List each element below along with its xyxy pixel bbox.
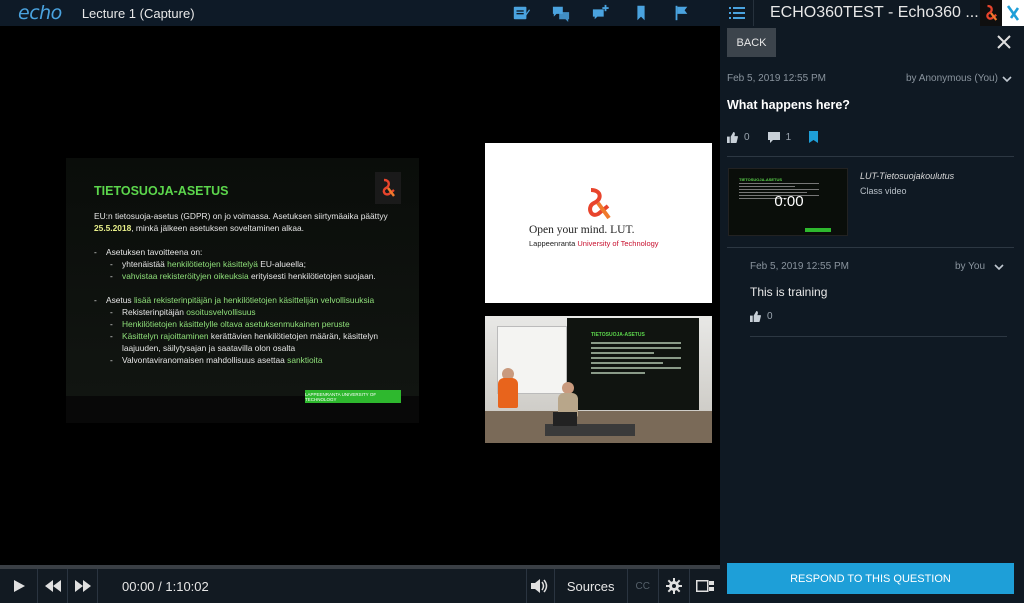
desk-monitor xyxy=(553,412,577,426)
flag-icon[interactable] xyxy=(670,3,692,23)
side-panel: ECHO360TEST - Echo360 ... BACK Feb 5, 20… xyxy=(720,0,1024,603)
lut-subtitle: Lappeenranta University of Technology xyxy=(529,239,659,248)
goal-1: yhtenäistää henkilötietojen käsittelyä E… xyxy=(94,258,394,270)
slide-content: TIETOSUOJA-ASETUS EU:n tietosuoja-asetus… xyxy=(66,158,419,396)
reply-author: by You xyxy=(955,261,986,272)
divider xyxy=(727,247,1014,248)
bookmark-icon[interactable] xyxy=(630,3,652,23)
slide-title: TIETOSUOJA-ASETUS xyxy=(94,184,229,198)
slide-footer: LAPPEENRANTA UNIVERSITY OF TECHNOLOGY xyxy=(305,390,401,403)
projection-screen: TIETOSUOJA-ASETUS xyxy=(567,318,699,410)
gear-icon xyxy=(666,578,682,594)
settings-button[interactable] xyxy=(658,569,689,603)
slide-text: EU:n tietosuoja-asetus (GDPR) on jo voim… xyxy=(94,210,394,366)
layout-icon xyxy=(696,580,714,592)
thumbnail-footer-bar xyxy=(805,228,831,232)
back-button[interactable]: BACK xyxy=(727,28,776,57)
item-2: Henkilötietojen käsittelylle oltava aset… xyxy=(94,318,394,330)
slide-intro: EU:n tietosuoja-asetus (GDPR) on jo voim… xyxy=(94,211,388,233)
video-title[interactable]: LUT-Tietosuojakoulutus xyxy=(860,171,954,181)
question-replies: 1 xyxy=(785,131,792,143)
respond-button[interactable]: RESPOND TO THIS QUESTION xyxy=(727,563,1014,594)
rewind-icon xyxy=(44,580,61,592)
lut-logo-icon xyxy=(584,188,612,225)
question-likes: 0 xyxy=(744,131,750,143)
fast-forward-icon xyxy=(74,580,91,592)
volume-icon xyxy=(531,579,548,593)
play-icon xyxy=(13,580,25,592)
top-bar: echo Lecture 1 (Capture) xyxy=(0,0,720,26)
item-3: Käsittelyn rajoittaminen kerättävien hen… xyxy=(94,330,394,354)
question-text: What happens here? xyxy=(727,98,850,112)
cc-button[interactable]: CC xyxy=(626,569,658,603)
lut-slogan: Open your mind. LUT. xyxy=(529,224,635,236)
goal-2: vahvistaa rekisteröityjen oikeuksia erit… xyxy=(94,270,394,282)
thumbnail-time: 0:00 xyxy=(774,193,804,210)
top-tools xyxy=(510,3,692,23)
menu-list-icon[interactable] xyxy=(720,0,754,26)
reply-likes: 0 xyxy=(767,311,773,322)
player-controls-right: Sources CC xyxy=(525,569,720,603)
echo-logo[interactable]: echo xyxy=(18,2,62,24)
fast-forward-button[interactable] xyxy=(68,569,98,603)
thumbs-up-icon[interactable] xyxy=(750,311,761,322)
question-date: Feb 5, 2019 12:55 PM xyxy=(727,73,826,84)
item-1: Rekisterinpitäjän osoitusvelvollisuus xyxy=(94,306,394,318)
institution-logo-icon xyxy=(1002,0,1024,26)
lut-logo-icon xyxy=(980,0,1002,26)
lecture-title: Lecture 1 (Capture) xyxy=(81,5,195,21)
notes-icon[interactable] xyxy=(510,3,532,23)
divider xyxy=(750,336,1007,337)
reply-text: This is training xyxy=(750,285,828,299)
comment-icon[interactable] xyxy=(767,131,780,143)
cc-label: CC xyxy=(635,580,650,592)
discussion-icon[interactable] xyxy=(550,3,572,23)
asetus-heading: Asetus lisää rekisterinpitäjän ja henkil… xyxy=(94,294,394,306)
sources-button[interactable]: Sources xyxy=(553,569,627,603)
playback-time: 00:00 / 1:10:02 xyxy=(122,578,209,594)
player-controls: 00:00 / 1:10:02 Sources CC xyxy=(0,569,720,603)
video-type: Class video xyxy=(860,186,907,196)
presenter-1 xyxy=(498,378,518,408)
course-title: ECHO360TEST - Echo360 ... xyxy=(770,4,979,21)
question-stats: 0 1 xyxy=(727,131,819,143)
camera-stream-1[interactable]: Open your mind. LUT. Lappeenranta Univer… xyxy=(485,143,712,303)
video-thumbnail[interactable]: TIETOSUOJA-ASETUS 0:00 xyxy=(728,168,848,236)
slide-stream[interactable]: TIETOSUOJA-ASETUS EU:n tietosuoja-asetus… xyxy=(66,158,419,423)
divider xyxy=(727,156,1014,157)
lut-logo-icon xyxy=(375,172,401,204)
layout-button[interactable] xyxy=(689,569,720,603)
chevron-down-icon[interactable] xyxy=(994,264,1004,271)
goal-heading: Asetuksen tavoitteena on: xyxy=(94,246,394,258)
play-button[interactable] xyxy=(0,569,38,603)
projection-lines xyxy=(591,342,681,377)
volume-button[interactable] xyxy=(525,569,554,603)
question-author: by Anonymous (You) xyxy=(906,73,998,84)
close-icon[interactable] xyxy=(996,34,1012,50)
panel-header: ECHO360TEST - Echo360 ... xyxy=(720,0,1024,26)
thumbnail-slide-title: TIETOSUOJA-ASETUS xyxy=(739,177,783,182)
add-question-icon[interactable] xyxy=(590,3,612,23)
chevron-down-icon[interactable] xyxy=(1002,76,1012,83)
projection-title: TIETOSUOJA-ASETUS xyxy=(591,332,645,338)
rewind-button[interactable] xyxy=(38,569,68,603)
camera-stream-2[interactable]: TIETOSUOJA-ASETUS xyxy=(485,316,712,443)
item-4: Valvontaviranomaisen mahdollisuus asetta… xyxy=(94,354,394,366)
reply-date: Feb 5, 2019 12:55 PM xyxy=(750,261,849,272)
reply-stats: 0 xyxy=(750,311,773,322)
bookmark-icon[interactable] xyxy=(809,131,819,143)
thumbs-up-icon[interactable] xyxy=(727,131,738,143)
sources-label: Sources xyxy=(566,578,615,594)
echo-player: echo Lecture 1 (Capture) TIETOSUOJA-ASET… xyxy=(0,0,1024,603)
